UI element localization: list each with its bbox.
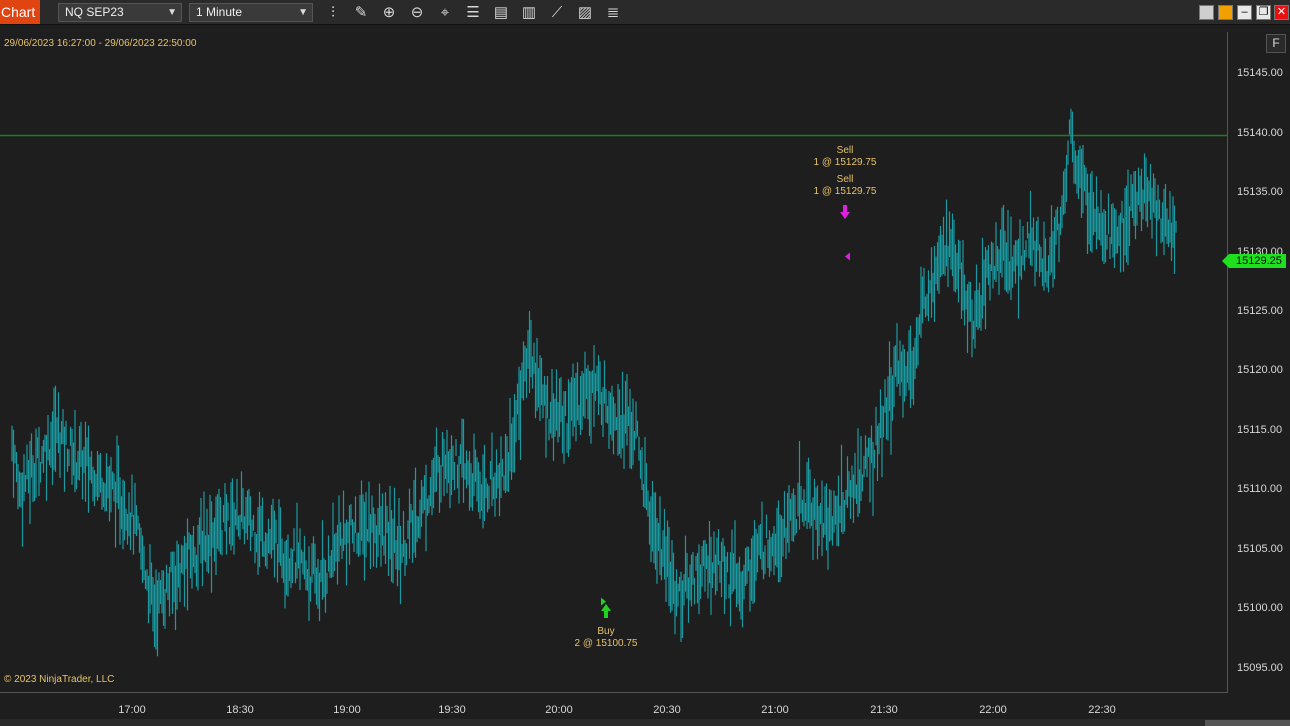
scrollbar-thumb[interactable] [1205,720,1290,726]
templates-icon[interactable]: ▨ [575,3,595,22]
sell-trade-label-2: Sell 1 @ 15129.75 [800,174,890,198]
x-tick: 19:00 [333,704,361,716]
zoom-in-icon[interactable]: ⊕ [379,3,399,22]
restore-icon[interactable]: ❐ [1256,5,1271,20]
data-box-icon[interactable]: ▤ [491,3,511,22]
sell-side-text: Sell [836,145,854,156]
chart-tab[interactable]: Chart [0,0,40,24]
draw-pencil-icon[interactable]: ✎ [351,3,371,22]
buy-arrow-icon [601,604,611,618]
close-icon[interactable]: ✕ [1274,5,1289,20]
crosshair-icon[interactable]: ⌖ [435,3,455,22]
indicators-icon[interactable]: ▥ [519,3,539,22]
sell-qty-text: 1 @ 15129.75 [813,157,877,168]
sell-exit-marker [845,252,850,261]
buy-qty-text: 2 @ 15100.75 [574,638,638,649]
interval-value: 1 Minute [196,5,243,19]
y-tick: 15125.00 [1237,305,1283,317]
x-tick: 17:00 [118,704,146,716]
x-tick: 21:00 [761,704,789,716]
zoom-out-icon[interactable]: ⊖ [407,3,427,22]
x-tick: 21:30 [870,704,898,716]
y-tick: 15140.00 [1237,127,1283,139]
y-tick: 15145.00 [1237,67,1283,79]
sell-qty-text: 1 @ 15129.75 [813,186,877,197]
buy-trade-label: Buy 2 @ 15100.75 [561,626,651,650]
buy-side-text: Buy [597,626,615,637]
y-tick: 15100.00 [1237,602,1283,614]
y-tick: 15110.00 [1237,483,1283,495]
x-tick: 18:30 [226,704,254,716]
date-range-label: 29/06/2023 16:27:00 - 29/06/2023 22:50:0… [4,38,197,49]
interval-selector[interactable]: 1 Minute ▼ [189,3,313,22]
strategies-icon[interactable]: ⟋ [547,3,567,22]
bars-type-icon[interactable]: ⫶ [323,3,343,22]
instrument-selector[interactable]: NQ SEP23 ▼ [58,3,182,22]
chevron-down-icon: ▼ [298,7,308,18]
instrument-value: NQ SEP23 [65,5,124,19]
y-tick: 15115.00 [1237,424,1283,436]
x-tick: 22:30 [1088,704,1116,716]
y-tick: 15135.00 [1237,186,1283,198]
x-tick: 20:30 [653,704,681,716]
window-link-button[interactable] [1218,5,1233,20]
sell-side-text: Sell [836,174,854,185]
x-tick: 20:00 [545,704,573,716]
chart-toolbar: Chart NQ SEP23 ▼ 1 Minute ▼ ⫶ ✎ ⊕ ⊖ ⌖ ☰ … [0,0,1290,25]
sell-arrow-icon [840,205,850,219]
y-tick: 15120.00 [1237,364,1283,376]
x-tick: 22:00 [979,704,1007,716]
y-tick: 15095.00 [1237,662,1283,674]
list-icon[interactable]: ≣ [603,3,623,22]
last-price-marker: 15129.25 [1222,254,1286,268]
properties-icon[interactable]: ☰ [463,3,483,22]
window-color-button[interactable] [1199,5,1214,20]
f-button[interactable]: F [1266,34,1286,53]
last-price-value: 15129.25 [1236,255,1282,267]
horizontal-scrollbar[interactable] [0,719,1290,726]
sell-trade-label-1: Sell 1 @ 15129.75 [800,145,890,169]
x-tick: 19:30 [438,704,466,716]
minimize-icon[interactable]: – [1237,5,1252,20]
copyright-label: © 2023 NinjaTrader, LLC [4,674,115,685]
y-tick: 15105.00 [1237,543,1283,555]
buy-entry-marker [601,597,606,606]
price-chart[interactable] [0,32,1228,693]
chevron-down-icon: ▼ [167,7,177,18]
